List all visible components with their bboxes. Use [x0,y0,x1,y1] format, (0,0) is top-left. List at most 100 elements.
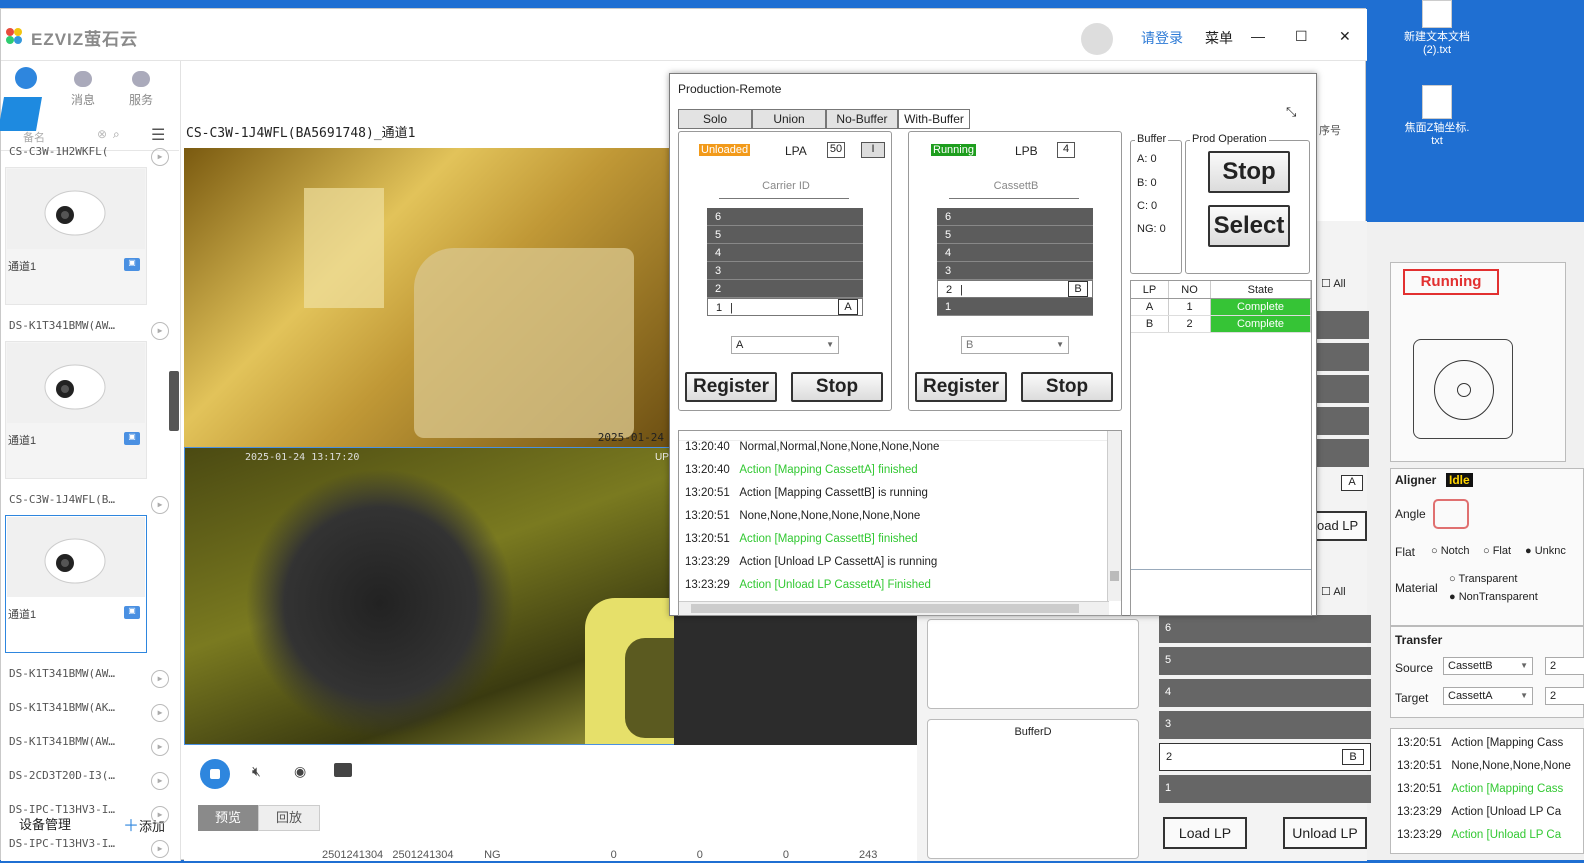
tab-services[interactable]: 服务 [111,71,171,108]
flat-option-unknown[interactable]: ● Unknc [1525,545,1566,557]
record-icon[interactable] [334,763,352,777]
action-log[interactable]: 13:20:40 Normal,Normal,None,None,None,No… [678,430,1122,616]
play-icon[interactable]: ▶ [151,738,169,756]
unload-lp-button[interactable]: Unload LP [1283,817,1367,849]
camera-channel-card[interactable]: 通道1 ▣ [5,515,147,653]
device-row[interactable]: DS-K1T341BMW(AW… ▶ [9,735,169,761]
transfer-panel: Transfer Source CassettB ▼ 2 Target Casse… [1390,626,1584,718]
services-icon [132,71,150,87]
wafer-slot: 2 [707,280,863,298]
prod-select-button[interactable]: Select [1208,205,1290,247]
material-transparent[interactable]: ○ Transparent [1449,573,1517,585]
target-slot-select[interactable]: 2 [1545,687,1584,705]
sidebar-collapse-handle[interactable] [169,371,179,431]
camera-channel-card[interactable]: 通道1 ▣ [5,341,147,479]
tab-union[interactable]: Union [752,109,826,129]
maximize-button[interactable]: ☐ [1295,28,1308,45]
lpb-carrier-select[interactable]: B ▼ [961,336,1069,354]
desktop-file-1[interactable]: 新建文本文档 (2).txt [1392,0,1482,56]
tab-preview[interactable]: 预览 [198,805,258,831]
device-row[interactable]: DS-2CD3T20D-I3(… ▶ [9,769,169,795]
avatar[interactable] [1081,23,1113,55]
lpa-register-button[interactable]: Register [685,372,777,402]
play-icon[interactable]: ▶ [151,670,169,688]
playback-badge-icon[interactable]: ▣ [124,606,140,619]
channel-title: CS-C3W-1J4WFL(BA5691748)_通道1 [186,126,416,141]
playback-badge-icon[interactable]: ▣ [124,258,140,271]
camera-channel-card[interactable]: 通道1 ▣ [5,167,147,305]
stop-stream-button[interactable] [200,759,230,789]
source-slot-select[interactable]: 2 [1545,657,1584,675]
tab-with-buffer[interactable]: With-Buffer [898,109,970,129]
lpa-flag-button[interactable]: I [861,142,885,158]
lpa-slot-map: 6 5 4 3 2 1 | A [707,208,863,316]
mute-icon[interactable]: 🔇︎ [252,763,261,780]
target-select[interactable]: CassettA ▼ [1443,687,1533,705]
snapshot-icon[interactable]: ◉ [294,763,306,780]
menu-button[interactable]: 菜单 [1205,28,1233,48]
camera-thumbnail [7,343,145,423]
desktop-file-2[interactable]: 焦面Z轴坐标. txt [1392,85,1482,147]
search-icon[interactable]: ⌕ [113,127,120,142]
bg-log-entry: 13:23:29 Action [Unload LP Ca [1397,806,1562,818]
dialog-title: Production-Remote [678,82,782,96]
all-checkbox-1[interactable]: ☐ All [1321,277,1346,290]
bg-load-lp-button-1[interactable]: oad LP [1311,511,1367,541]
play-icon[interactable]: ▶ [151,148,169,166]
device-row[interactable]: DS-K1T341BMW(AK… ▶ [9,701,169,727]
lp-state-row: B 2 Complete [1131,316,1311,333]
collapse-icon[interactable]: ⤡ [1286,104,1296,120]
title-bar: EZVIZ萤石云 请登录 菜单 — ☐ ✕ [1,9,1367,61]
prod-operation-group: Prod Operation Stop Select [1185,133,1310,274]
app-logo: EZVIZ萤石云 [31,30,139,49]
running-badge: Running [1403,269,1499,295]
tab-playback[interactable]: 回放 [258,805,320,831]
log-entry: 13:23:29 Action [Unload LP CassettA] is … [685,556,938,568]
device-row[interactable]: DS-IPC-T13HV3-I… ▶ [9,803,169,829]
ezviz-logo-icon [5,27,23,45]
bg-slot: 1 [1159,775,1371,803]
device-row[interactable]: DS-IPC-T13HV3-I… ▶ [9,837,169,863]
material-nontransparent[interactable]: ● NonTransparent [1449,591,1538,603]
bg-log-entry: 13:20:51 Action [Mapping Cass [1397,783,1564,795]
play-icon[interactable]: ▶ [151,322,169,340]
log-entry: 13:23:29 Action [Unload LP CassettA] Fin… [685,579,931,591]
log-vertical-scrollbar[interactable] [1107,431,1121,601]
close-button[interactable]: ✕ [1339,28,1351,45]
video-feed-1[interactable]: 2025-01-24 [184,148,674,448]
play-icon[interactable]: ▶ [151,772,169,790]
lpb-register-button[interactable]: Register [915,372,1007,402]
minimize-button[interactable]: — [1251,28,1265,44]
wafer-slot: 4 [707,244,863,262]
login-link[interactable]: 请登录 [1141,28,1183,48]
angle-option-1[interactable] [1433,499,1469,529]
flat-option-notch[interactable]: ○ Notch [1431,545,1469,557]
play-icon[interactable]: ▶ [151,840,169,858]
prod-stop-button[interactable]: Stop [1208,151,1290,193]
lpa-group: Unloaded LPA 50 I Carrier ID 6 5 4 3 2 1 | A A ▼… [678,131,892,411]
devices-tab-icon[interactable] [15,67,37,89]
flat-option-flat[interactable]: ○ Flat [1483,545,1511,557]
play-icon[interactable]: ▶ [151,806,169,824]
text-file-icon [1422,85,1452,119]
lpa-stop-button[interactable]: Stop [791,372,883,402]
log-entry: 13:20:40 Normal,Normal,None,None,None,No… [685,441,940,453]
lpb-stop-button[interactable]: Stop [1021,372,1113,402]
all-checkbox-2[interactable]: ☐ All [1321,585,1346,598]
play-icon[interactable]: ▶ [151,704,169,722]
clear-icon[interactable]: ⊗ [97,127,107,141]
bg-log-entry: 13:20:51 None,None,None,None [1397,760,1571,772]
source-select[interactable]: CassettB ▼ [1443,657,1533,675]
camera-thumbnail [7,517,145,597]
device-row[interactable]: DS-K1T341BMW(AW… ▶ [9,667,169,693]
list-menu-icon[interactable]: ☰ [151,125,165,145]
tab-messages[interactable]: 消息 [53,71,113,108]
bg-slot: 6 [1159,615,1371,643]
play-icon[interactable]: ▶ [151,496,169,514]
log-horizontal-scrollbar[interactable] [679,601,1109,615]
load-lp-button[interactable]: Load LP [1163,817,1247,849]
tab-solo[interactable]: Solo [678,109,752,129]
playback-badge-icon[interactable]: ▣ [124,432,140,445]
tab-no-buffer[interactable]: No-Buffer [826,109,898,129]
lpa-carrier-select[interactable]: A ▼ [731,336,839,354]
